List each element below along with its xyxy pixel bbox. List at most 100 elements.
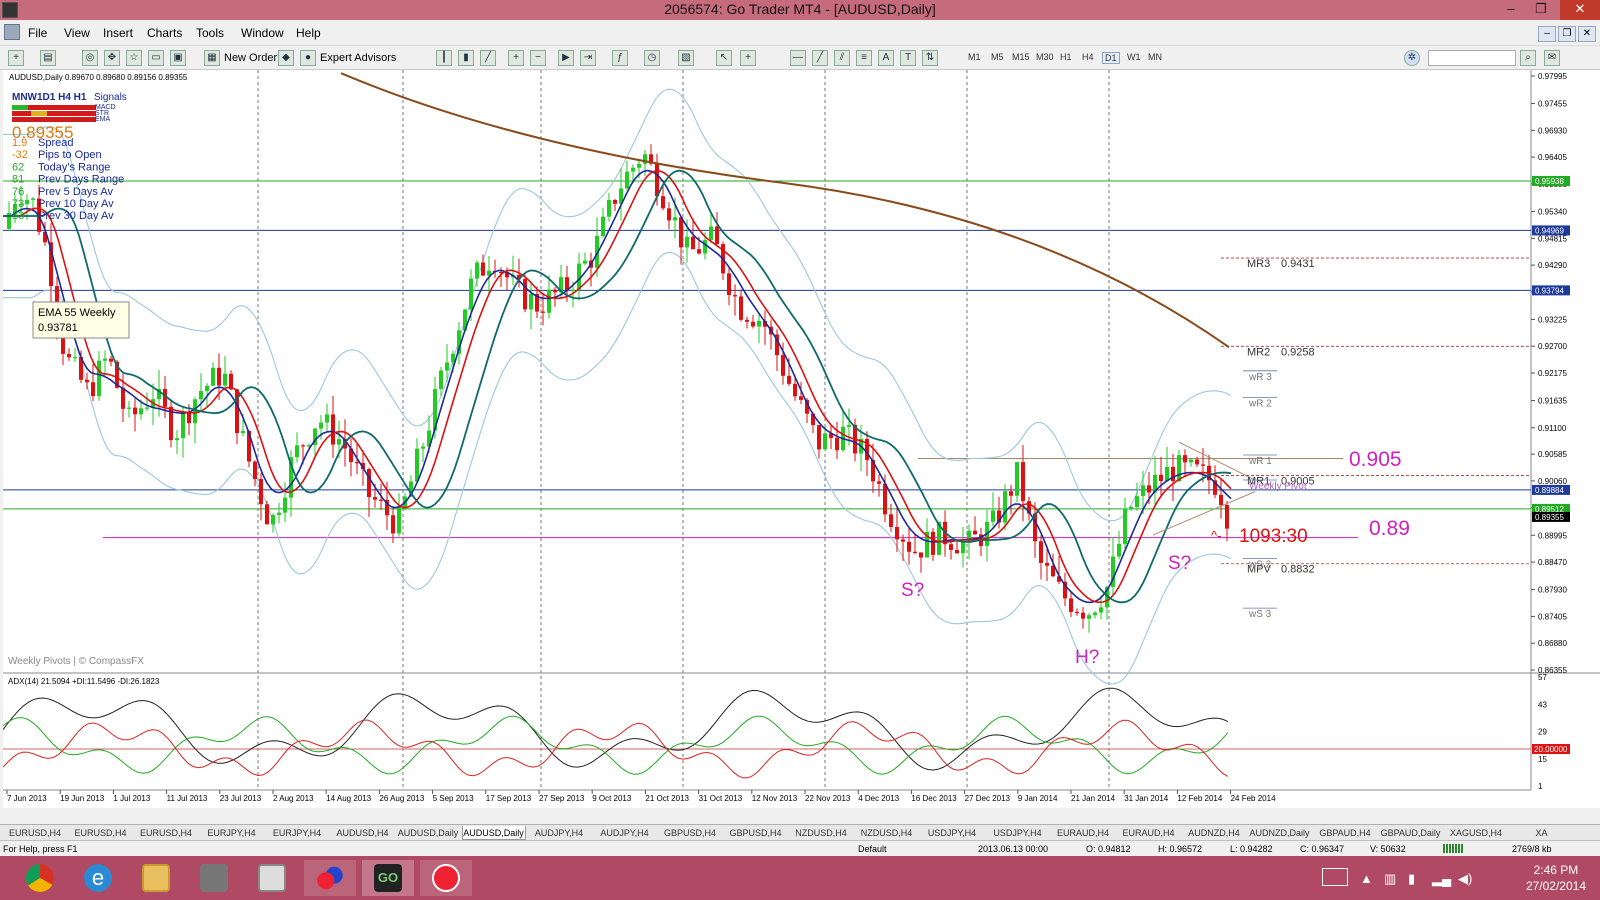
tf-m5[interactable]: M5 [991, 52, 1004, 62]
chart-tab[interactable]: EURAUD,H4 [1117, 826, 1181, 840]
taskbar-calculator[interactable] [246, 860, 298, 896]
cursor-icon[interactable]: ↖ [716, 50, 732, 66]
tf-w1[interactable]: W1 [1127, 52, 1141, 62]
search-icon[interactable]: ⌕ [1520, 50, 1536, 66]
chart-tab[interactable]: AUDNZD,Daily [1248, 826, 1312, 840]
tf-m1[interactable]: M1 [968, 52, 981, 62]
tf-m15[interactable]: M15 [1012, 52, 1030, 62]
candlestick-icon[interactable]: ▮ [458, 50, 474, 66]
chart-tab[interactable]: EURJPY,H4 [265, 826, 329, 840]
fibonacci-icon[interactable]: ≡ [856, 50, 872, 66]
tf-h4[interactable]: H4 [1082, 52, 1094, 62]
mdi-close-button[interactable]: ✕ [1578, 26, 1596, 42]
signal-icon[interactable]: ▂▄ [1432, 871, 1451, 887]
new-order-icon[interactable]: ▦ [204, 50, 220, 66]
chart-tab[interactable]: USDJPY,H4 [920, 826, 984, 840]
minimize-button[interactable]: – [1496, 0, 1526, 20]
terminal-icon[interactable]: ▭ [148, 50, 164, 66]
chart-tab[interactable]: XAGUSD,H4 [1444, 826, 1508, 840]
line-chart-icon[interactable]: ╱ [480, 50, 496, 66]
chart-tab[interactable]: EURUSD,H4 [134, 826, 198, 840]
taskbar-app[interactable] [420, 860, 472, 896]
candle-body [283, 497, 287, 513]
menu-tools[interactable]: Tools [196, 26, 224, 40]
chart-tab[interactable]: AUDUSD,H4 [331, 826, 395, 840]
tf-d1[interactable]: D1 [1102, 52, 1120, 64]
search-input[interactable] [1428, 50, 1516, 66]
chart-tab[interactable]: AUDNZD,H4 [1182, 826, 1246, 840]
trendline-icon[interactable]: ╱ [812, 50, 828, 66]
chart-shift-icon[interactable]: ⇥ [580, 50, 596, 66]
chart-tab[interactable]: AUDUSD,Daily [461, 826, 526, 840]
chart-tab[interactable]: AUDJPY,H4 [527, 826, 591, 840]
taskbar-chrome[interactable] [14, 860, 66, 896]
close-button[interactable]: ✕ [1560, 0, 1600, 20]
mdi-minimize-button[interactable]: – [1538, 26, 1556, 42]
zoom-out-icon[interactable]: − [530, 50, 546, 66]
periods-icon[interactable]: ◷ [644, 50, 660, 66]
chart-tab[interactable]: EURUSD,H4 [3, 826, 67, 840]
taskbar-settings[interactable] [188, 860, 240, 896]
label-icon[interactable]: T [900, 50, 916, 66]
menu-insert[interactable]: Insert [103, 26, 133, 40]
text-icon[interactable]: A [878, 50, 894, 66]
strategy-tester-icon[interactable]: ▣ [170, 50, 186, 66]
gear-icon[interactable]: ✲ [1404, 50, 1420, 66]
tf-m30[interactable]: M30 [1036, 52, 1054, 62]
chart-tab[interactable]: EURJPY,H4 [200, 826, 264, 840]
menu-help[interactable]: Help [296, 26, 321, 40]
market-watch-icon[interactable]: ◎ [82, 50, 98, 66]
chart-tab[interactable]: NZDUSD,H4 [789, 826, 853, 840]
battery-icon[interactable]: ▮ [1408, 871, 1415, 887]
expert-advisors-button[interactable]: Expert Advisors [320, 50, 396, 66]
mdi-restore-button[interactable]: ❐ [1558, 26, 1576, 42]
zoom-in-icon[interactable]: + [508, 50, 524, 66]
menu-charts[interactable]: Charts [147, 26, 182, 40]
chat-icon[interactable]: ✉ [1544, 50, 1560, 66]
network-icon[interactable]: ▥ [1384, 871, 1396, 887]
chart-tab[interactable]: GBPAUD,H4 [1313, 826, 1377, 840]
chart-tab[interactable]: USDJPY,H4 [986, 826, 1050, 840]
taskbar-explorer[interactable] [130, 860, 182, 896]
tf-h1[interactable]: H1 [1060, 52, 1072, 62]
chart-tab[interactable]: XA [1510, 826, 1574, 840]
metaeditor-icon[interactable]: ◆ [278, 50, 294, 66]
crosshair-icon[interactable]: + [740, 50, 756, 66]
chart-tab[interactable]: EURAUD,H4 [1051, 826, 1115, 840]
templates-icon[interactable]: ▧ [678, 50, 694, 66]
chart-tab[interactable]: GBPUSD,H4 [658, 826, 722, 840]
menu-window[interactable]: Window [241, 26, 284, 40]
menu-file[interactable]: File [28, 26, 47, 40]
auto-scroll-icon[interactable]: ▶ [558, 50, 574, 66]
chart-tab[interactable]: GBPAUD,Daily [1379, 826, 1443, 840]
volume-icon[interactable]: ◀) [1458, 871, 1472, 887]
indicators-icon[interactable]: ƒ [612, 50, 628, 66]
tf-mn[interactable]: MN [1148, 52, 1162, 62]
new-order-button[interactable]: New Order [224, 50, 277, 66]
horizontal-line-icon[interactable]: — [790, 50, 806, 66]
document-icon[interactable] [4, 24, 20, 40]
title-bar[interactable]: 2056574: Go Trader MT4 - [AUDUSD,Daily] … [0, 0, 1600, 20]
new-chart-icon[interactable]: + [8, 50, 24, 66]
arrows-icon[interactable]: ⇅ [922, 50, 938, 66]
price-chart[interactable]: MR3 0.9431MR2 0.9258MR1 0.9005MPV 0.8832wR 3… [3, 70, 1600, 808]
data-window-icon[interactable]: ✥ [104, 50, 120, 66]
chart-tab[interactable]: AUDJPY,H4 [593, 826, 657, 840]
bar-chart-icon[interactable]: ┃ [436, 50, 452, 66]
chart-tab[interactable]: EURUSD,H4 [69, 826, 133, 840]
keyboard-icon[interactable] [1322, 868, 1348, 886]
maximize-button[interactable]: ❐ [1526, 0, 1556, 20]
taskbar-go-trader[interactable]: GO [362, 860, 414, 896]
expert-advisors-icon[interactable]: ● [300, 50, 316, 66]
menu-view[interactable]: View [64, 26, 90, 40]
tray-expand-icon[interactable]: ▲ [1360, 871, 1373, 886]
chart-tab[interactable]: GBPUSD,H4 [724, 826, 788, 840]
taskbar-messenger[interactable] [304, 860, 356, 896]
navigator-icon[interactable]: ☆ [126, 50, 142, 66]
system-clock[interactable]: 2:46 PM 27/02/2014 [1526, 862, 1586, 894]
channel-icon[interactable]: ⫽ [834, 50, 850, 66]
chart-tab[interactable]: NZDUSD,H4 [855, 826, 919, 840]
profiles-icon[interactable]: ▤ [40, 50, 56, 66]
chart-tab[interactable]: AUDUSD,Daily [396, 826, 460, 840]
taskbar-ie[interactable]: e [72, 860, 124, 896]
